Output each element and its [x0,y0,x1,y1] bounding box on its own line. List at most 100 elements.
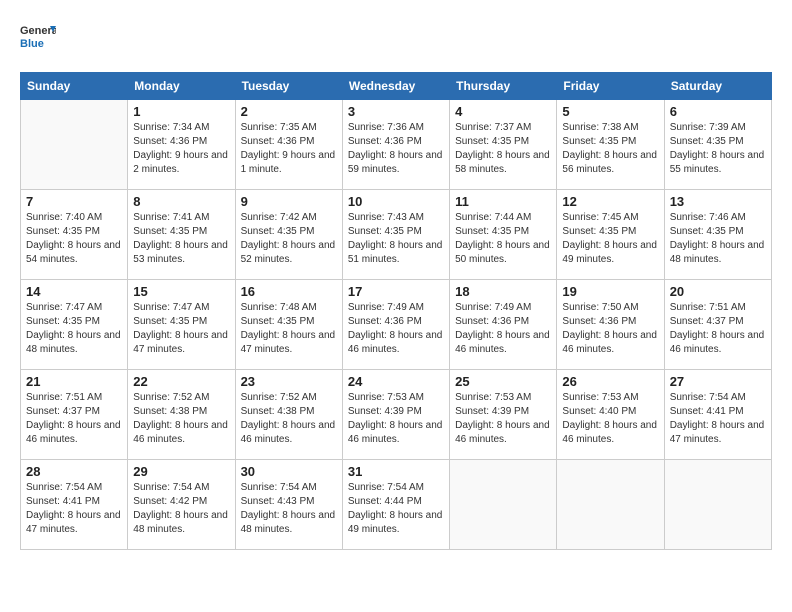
day-info: Sunrise: 7:39 AM Sunset: 4:35 PM Dayligh… [670,121,766,177]
day-number: 31 [348,464,444,479]
calendar-cell: 10 Sunrise: 7:43 AM Sunset: 4:35 PM Dayl… [342,190,449,280]
day-number: 29 [133,464,229,479]
calendar-cell: 1 Sunrise: 7:34 AM Sunset: 4:36 PM Dayli… [128,100,235,190]
day-number: 26 [562,374,658,389]
weekday-header: Monday [128,73,235,100]
day-number: 16 [241,284,337,299]
day-info: Sunrise: 7:53 AM Sunset: 4:39 PM Dayligh… [455,391,551,447]
calendar-body: 1 Sunrise: 7:34 AM Sunset: 4:36 PM Dayli… [21,100,772,550]
day-number: 6 [670,104,766,119]
calendar-cell: 3 Sunrise: 7:36 AM Sunset: 4:36 PM Dayli… [342,100,449,190]
calendar-header: SundayMondayTuesdayWednesdayThursdayFrid… [21,73,772,100]
weekday-header: Friday [557,73,664,100]
day-info: Sunrise: 7:49 AM Sunset: 4:36 PM Dayligh… [348,301,444,357]
day-info: Sunrise: 7:53 AM Sunset: 4:40 PM Dayligh… [562,391,658,447]
day-number: 20 [670,284,766,299]
calendar-cell: 4 Sunrise: 7:37 AM Sunset: 4:35 PM Dayli… [450,100,557,190]
calendar-cell: 2 Sunrise: 7:35 AM Sunset: 4:36 PM Dayli… [235,100,342,190]
day-number: 3 [348,104,444,119]
calendar-cell: 29 Sunrise: 7:54 AM Sunset: 4:42 PM Dayl… [128,460,235,550]
day-number: 10 [348,194,444,209]
day-info: Sunrise: 7:49 AM Sunset: 4:36 PM Dayligh… [455,301,551,357]
calendar-cell: 13 Sunrise: 7:46 AM Sunset: 4:35 PM Dayl… [664,190,771,280]
calendar-cell: 25 Sunrise: 7:53 AM Sunset: 4:39 PM Dayl… [450,370,557,460]
day-info: Sunrise: 7:45 AM Sunset: 4:35 PM Dayligh… [562,211,658,267]
day-number: 13 [670,194,766,209]
calendar-cell: 11 Sunrise: 7:44 AM Sunset: 4:35 PM Dayl… [450,190,557,280]
day-info: Sunrise: 7:52 AM Sunset: 4:38 PM Dayligh… [133,391,229,447]
logo: General Blue [20,20,56,56]
calendar-cell: 22 Sunrise: 7:52 AM Sunset: 4:38 PM Dayl… [128,370,235,460]
day-number: 30 [241,464,337,479]
day-number: 19 [562,284,658,299]
day-number: 17 [348,284,444,299]
day-number: 9 [241,194,337,209]
day-info: Sunrise: 7:41 AM Sunset: 4:35 PM Dayligh… [133,211,229,267]
calendar-cell: 20 Sunrise: 7:51 AM Sunset: 4:37 PM Dayl… [664,280,771,370]
day-info: Sunrise: 7:54 AM Sunset: 4:44 PM Dayligh… [348,481,444,537]
calendar-cell: 8 Sunrise: 7:41 AM Sunset: 4:35 PM Dayli… [128,190,235,280]
day-info: Sunrise: 7:54 AM Sunset: 4:41 PM Dayligh… [26,481,122,537]
page-header: General Blue [20,20,772,56]
calendar-cell: 21 Sunrise: 7:51 AM Sunset: 4:37 PM Dayl… [21,370,128,460]
calendar-cell: 19 Sunrise: 7:50 AM Sunset: 4:36 PM Dayl… [557,280,664,370]
calendar-cell: 31 Sunrise: 7:54 AM Sunset: 4:44 PM Dayl… [342,460,449,550]
calendar-cell: 16 Sunrise: 7:48 AM Sunset: 4:35 PM Dayl… [235,280,342,370]
day-info: Sunrise: 7:34 AM Sunset: 4:36 PM Dayligh… [133,121,229,177]
day-info: Sunrise: 7:43 AM Sunset: 4:35 PM Dayligh… [348,211,444,267]
weekday-header: Tuesday [235,73,342,100]
day-number: 1 [133,104,229,119]
day-info: Sunrise: 7:38 AM Sunset: 4:35 PM Dayligh… [562,121,658,177]
calendar-week-row: 28 Sunrise: 7:54 AM Sunset: 4:41 PM Dayl… [21,460,772,550]
calendar-cell [450,460,557,550]
day-number: 12 [562,194,658,209]
day-number: 15 [133,284,229,299]
day-number: 24 [348,374,444,389]
day-info: Sunrise: 7:51 AM Sunset: 4:37 PM Dayligh… [670,301,766,357]
calendar-cell: 15 Sunrise: 7:47 AM Sunset: 4:35 PM Dayl… [128,280,235,370]
day-number: 21 [26,374,122,389]
day-number: 4 [455,104,551,119]
calendar-cell: 7 Sunrise: 7:40 AM Sunset: 4:35 PM Dayli… [21,190,128,280]
day-info: Sunrise: 7:44 AM Sunset: 4:35 PM Dayligh… [455,211,551,267]
weekday-header: Saturday [664,73,771,100]
calendar-cell: 17 Sunrise: 7:49 AM Sunset: 4:36 PM Dayl… [342,280,449,370]
day-info: Sunrise: 7:54 AM Sunset: 4:42 PM Dayligh… [133,481,229,537]
calendar-table: SundayMondayTuesdayWednesdayThursdayFrid… [20,72,772,550]
day-number: 11 [455,194,551,209]
day-info: Sunrise: 7:35 AM Sunset: 4:36 PM Dayligh… [241,121,337,177]
calendar-cell: 9 Sunrise: 7:42 AM Sunset: 4:35 PM Dayli… [235,190,342,280]
calendar-cell: 30 Sunrise: 7:54 AM Sunset: 4:43 PM Dayl… [235,460,342,550]
svg-text:Blue: Blue [20,38,44,50]
calendar-cell [557,460,664,550]
calendar-week-row: 21 Sunrise: 7:51 AM Sunset: 4:37 PM Dayl… [21,370,772,460]
weekday-header: Thursday [450,73,557,100]
calendar-week-row: 14 Sunrise: 7:47 AM Sunset: 4:35 PM Dayl… [21,280,772,370]
calendar-cell: 28 Sunrise: 7:54 AM Sunset: 4:41 PM Dayl… [21,460,128,550]
calendar-cell: 12 Sunrise: 7:45 AM Sunset: 4:35 PM Dayl… [557,190,664,280]
day-info: Sunrise: 7:52 AM Sunset: 4:38 PM Dayligh… [241,391,337,447]
day-number: 8 [133,194,229,209]
day-number: 22 [133,374,229,389]
day-info: Sunrise: 7:50 AM Sunset: 4:36 PM Dayligh… [562,301,658,357]
day-number: 7 [26,194,122,209]
calendar-cell [21,100,128,190]
calendar-week-row: 1 Sunrise: 7:34 AM Sunset: 4:36 PM Dayli… [21,100,772,190]
logo-svg: General Blue [20,20,56,56]
calendar-cell [664,460,771,550]
calendar-cell: 24 Sunrise: 7:53 AM Sunset: 4:39 PM Dayl… [342,370,449,460]
day-info: Sunrise: 7:54 AM Sunset: 4:41 PM Dayligh… [670,391,766,447]
day-number: 14 [26,284,122,299]
calendar-cell: 27 Sunrise: 7:54 AM Sunset: 4:41 PM Dayl… [664,370,771,460]
day-info: Sunrise: 7:54 AM Sunset: 4:43 PM Dayligh… [241,481,337,537]
day-number: 28 [26,464,122,479]
weekday-header: Sunday [21,73,128,100]
day-number: 25 [455,374,551,389]
calendar-cell: 5 Sunrise: 7:38 AM Sunset: 4:35 PM Dayli… [557,100,664,190]
calendar-cell: 26 Sunrise: 7:53 AM Sunset: 4:40 PM Dayl… [557,370,664,460]
day-info: Sunrise: 7:51 AM Sunset: 4:37 PM Dayligh… [26,391,122,447]
weekday-header: Wednesday [342,73,449,100]
weekday-header-row: SundayMondayTuesdayWednesdayThursdayFrid… [21,73,772,100]
calendar-week-row: 7 Sunrise: 7:40 AM Sunset: 4:35 PM Dayli… [21,190,772,280]
day-number: 5 [562,104,658,119]
